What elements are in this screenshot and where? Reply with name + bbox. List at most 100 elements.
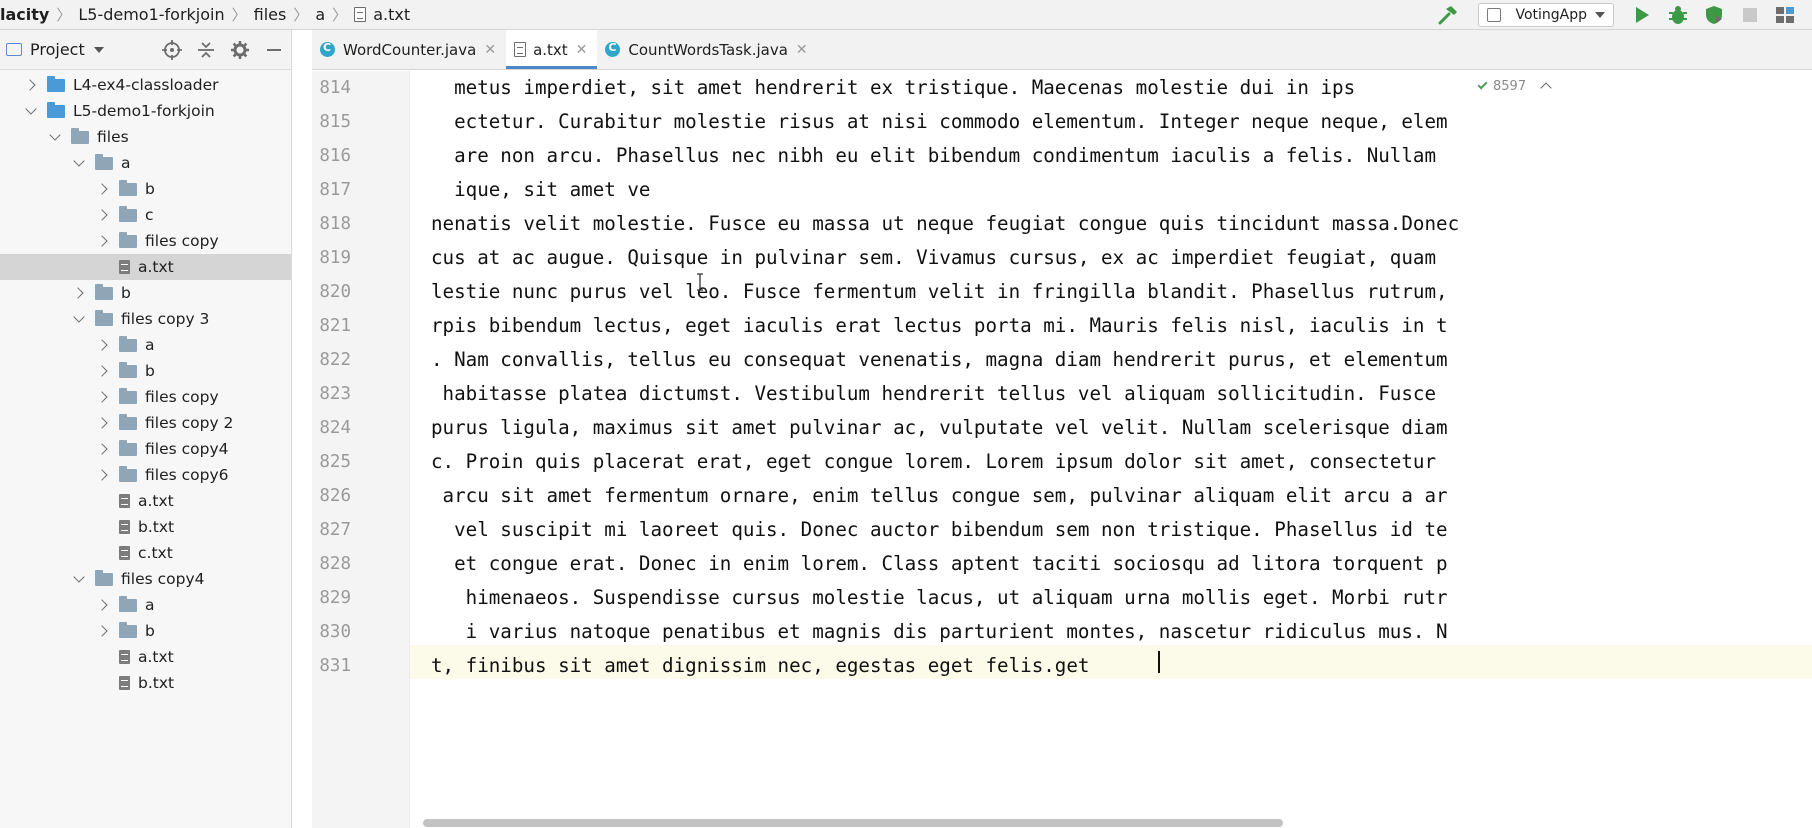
chevron-down-icon[interactable] xyxy=(93,46,104,53)
chevron-right-icon[interactable] xyxy=(96,436,110,462)
editor-line[interactable]: rpis bibendum lectus, eget iaculis erat … xyxy=(431,309,1448,343)
folder-icon xyxy=(119,595,137,612)
close-icon[interactable]: ✕ xyxy=(576,42,588,58)
editor-line[interactable]: metus imperdiet, sit amet hendrerit ex t… xyxy=(431,71,1355,105)
tree-folder-item[interactable]: b xyxy=(0,280,291,306)
chevron-right-icon[interactable] xyxy=(96,202,110,228)
chevron-right-icon[interactable] xyxy=(96,384,110,410)
editor-line[interactable]: et congue erat. Donec in enim lorem. Cla… xyxy=(431,547,1447,581)
editor-line[interactable]: t, finibus sit amet dignissim nec, egest… xyxy=(431,649,1089,683)
tree-folder-item[interactable]: L4-ex4-classloader xyxy=(0,72,291,98)
run-toolbar: VotingApp xyxy=(1430,0,1812,30)
breadcrumb-item-module[interactable]: L5-demo1-forkjoin xyxy=(74,0,228,30)
line-number: 821 xyxy=(319,316,351,336)
editor-horizontal-scrollbar[interactable] xyxy=(423,819,1283,827)
close-icon[interactable]: ✕ xyxy=(484,42,496,58)
project-panel-tools xyxy=(151,38,291,62)
stop-icon[interactable] xyxy=(1736,2,1764,28)
tree-folder-item[interactable]: files xyxy=(0,124,291,150)
editor-line[interactable]: ique, sit amet ve xyxy=(431,173,650,207)
editor-line[interactable]: ectetur. Curabitur molestie risus at nis… xyxy=(431,105,1447,139)
chevron-right-icon[interactable] xyxy=(24,72,38,98)
tree-file-item[interactable]: a.txt xyxy=(0,254,291,280)
editor-line[interactable]: habitasse platea dictumst. Vestibulum he… xyxy=(431,377,1436,411)
project-view-select[interactable]: Project xyxy=(30,40,85,59)
debug-icon[interactable] xyxy=(1664,2,1692,28)
inspection-widget[interactable]: 8597 xyxy=(1477,74,1552,98)
line-number-gutter[interactable]: 814 815 816 817 818 819 820 821 822 823 824 825 826 8… xyxy=(312,71,410,828)
tree-file-item[interactable]: a.txt xyxy=(0,488,291,514)
chevron-right-icon[interactable] xyxy=(96,176,110,202)
tree-folder-item[interactable]: files copy 3 xyxy=(0,306,291,332)
tree-folder-item[interactable]: a xyxy=(0,150,291,176)
tree-folder-item[interactable]: b xyxy=(0,176,291,202)
tree-file-item[interactable]: b.txt xyxy=(0,670,291,696)
line-number: 816 xyxy=(319,146,351,166)
editor-line[interactable]: c. Proin quis placerat erat, eget congue… xyxy=(431,445,1436,479)
tree-folder-item[interactable]: files copy4 xyxy=(0,436,291,462)
chevron-right-icon[interactable] xyxy=(96,410,110,436)
editor-line[interactable]: purus ligula, maximus sit amet pulvinar … xyxy=(431,411,1448,445)
editor-line[interactable]: are non arcu. Phasellus nec nibh eu elit… xyxy=(431,139,1436,173)
text-editor[interactable]: metus imperdiet, sit amet hendrerit ex t… xyxy=(411,71,1812,811)
editor-line[interactable]: . Nam convallis, tellus eu consequat ven… xyxy=(431,343,1448,377)
chevron-right-icon[interactable] xyxy=(96,358,110,384)
editor-line[interactable]: nenatis velit molestie. Fusce eu massa u… xyxy=(431,207,1459,241)
chevron-up-icon[interactable] xyxy=(1540,82,1552,94)
chevron-right-icon[interactable] xyxy=(96,228,110,254)
locate-icon[interactable] xyxy=(159,38,185,62)
tree-folder-item[interactable]: files copy6 xyxy=(0,462,291,488)
collapse-all-icon[interactable] xyxy=(193,38,219,62)
text-file-icon xyxy=(354,7,367,22)
tree-folder-item[interactable]: b xyxy=(0,618,291,644)
editor-line[interactable]: himenaeos. Suspendisse cursus molestie l… xyxy=(431,581,1448,615)
chevron-down-icon[interactable] xyxy=(72,566,86,592)
tree-folder-item[interactable]: files copy xyxy=(0,228,291,254)
tab-countwordstask[interactable]: CountWordsTask.java ✕ xyxy=(597,30,817,69)
run-configuration-icon xyxy=(1487,7,1502,22)
run-icon[interactable] xyxy=(1628,2,1656,28)
tree-folder-item[interactable]: a xyxy=(0,332,291,358)
breadcrumb-item-file[interactable]: a.txt xyxy=(350,0,414,30)
breadcrumb-item-a[interactable]: a xyxy=(311,0,329,30)
tree-file-item[interactable]: b.txt xyxy=(0,514,291,540)
editor-line[interactable]: i varius natoque penatibus et magnis dis… xyxy=(431,615,1448,649)
chevron-down-icon[interactable] xyxy=(48,124,62,150)
coverage-icon[interactable] xyxy=(1700,2,1728,28)
breadcrumb: lacity 〉 L5-demo1-forkjoin 〉 files 〉 a 〉… xyxy=(0,0,414,30)
close-icon[interactable]: ✕ xyxy=(796,42,808,58)
run-configuration-select[interactable]: VotingApp xyxy=(1478,2,1614,27)
tree-folder-item[interactable]: b xyxy=(0,358,291,384)
tab-a-txt[interactable]: a.txt ✕ xyxy=(506,30,598,69)
tree-file-item[interactable]: c.txt xyxy=(0,540,291,566)
build-hammer-icon[interactable] xyxy=(1434,2,1462,28)
chevron-right-icon[interactable] xyxy=(72,280,86,306)
hide-icon[interactable] xyxy=(261,38,287,62)
tree-folder-item[interactable]: a xyxy=(0,592,291,618)
editor-line[interactable]: lestie nunc purus vel leo. Fusce ferment… xyxy=(431,275,1448,309)
chevron-right-icon[interactable] xyxy=(96,332,110,358)
tree-item-label: b.txt xyxy=(138,518,175,536)
editor-line[interactable]: cus at ac augue. Quisque in pulvinar sem… xyxy=(431,241,1436,275)
tree-folder-item[interactable]: files copy xyxy=(0,384,291,410)
chevron-down-icon[interactable] xyxy=(72,150,86,176)
chevron-right-icon[interactable] xyxy=(96,462,110,488)
tree-folder-item[interactable]: files copy4 xyxy=(0,566,291,592)
editor-line[interactable]: vel suscipit mi laoreet quis. Donec auct… xyxy=(431,513,1447,547)
tree-file-item[interactable]: a.txt xyxy=(0,644,291,670)
chevron-right-icon[interactable] xyxy=(96,618,110,644)
chevron-right-icon[interactable] xyxy=(96,592,110,618)
editor-line[interactable]: arcu sit amet fermentum ornare, enim tel… xyxy=(431,479,1448,513)
tab-wordcounter[interactable]: WordCounter.java ✕ xyxy=(312,30,506,69)
chevron-down-icon[interactable] xyxy=(72,306,86,332)
breadcrumb-item-project[interactable]: lacity xyxy=(0,0,53,30)
tree-folder-item[interactable]: files copy 2 xyxy=(0,410,291,436)
tree-folder-item[interactable]: c xyxy=(0,202,291,228)
settings-icon[interactable] xyxy=(227,38,253,62)
chevron-down-icon[interactable] xyxy=(24,98,38,124)
project-structure-icon[interactable] xyxy=(1772,2,1800,28)
breadcrumb-item-files[interactable]: files xyxy=(250,0,291,30)
tree-folder-item[interactable]: L5-demo1-forkjoin xyxy=(0,98,291,124)
